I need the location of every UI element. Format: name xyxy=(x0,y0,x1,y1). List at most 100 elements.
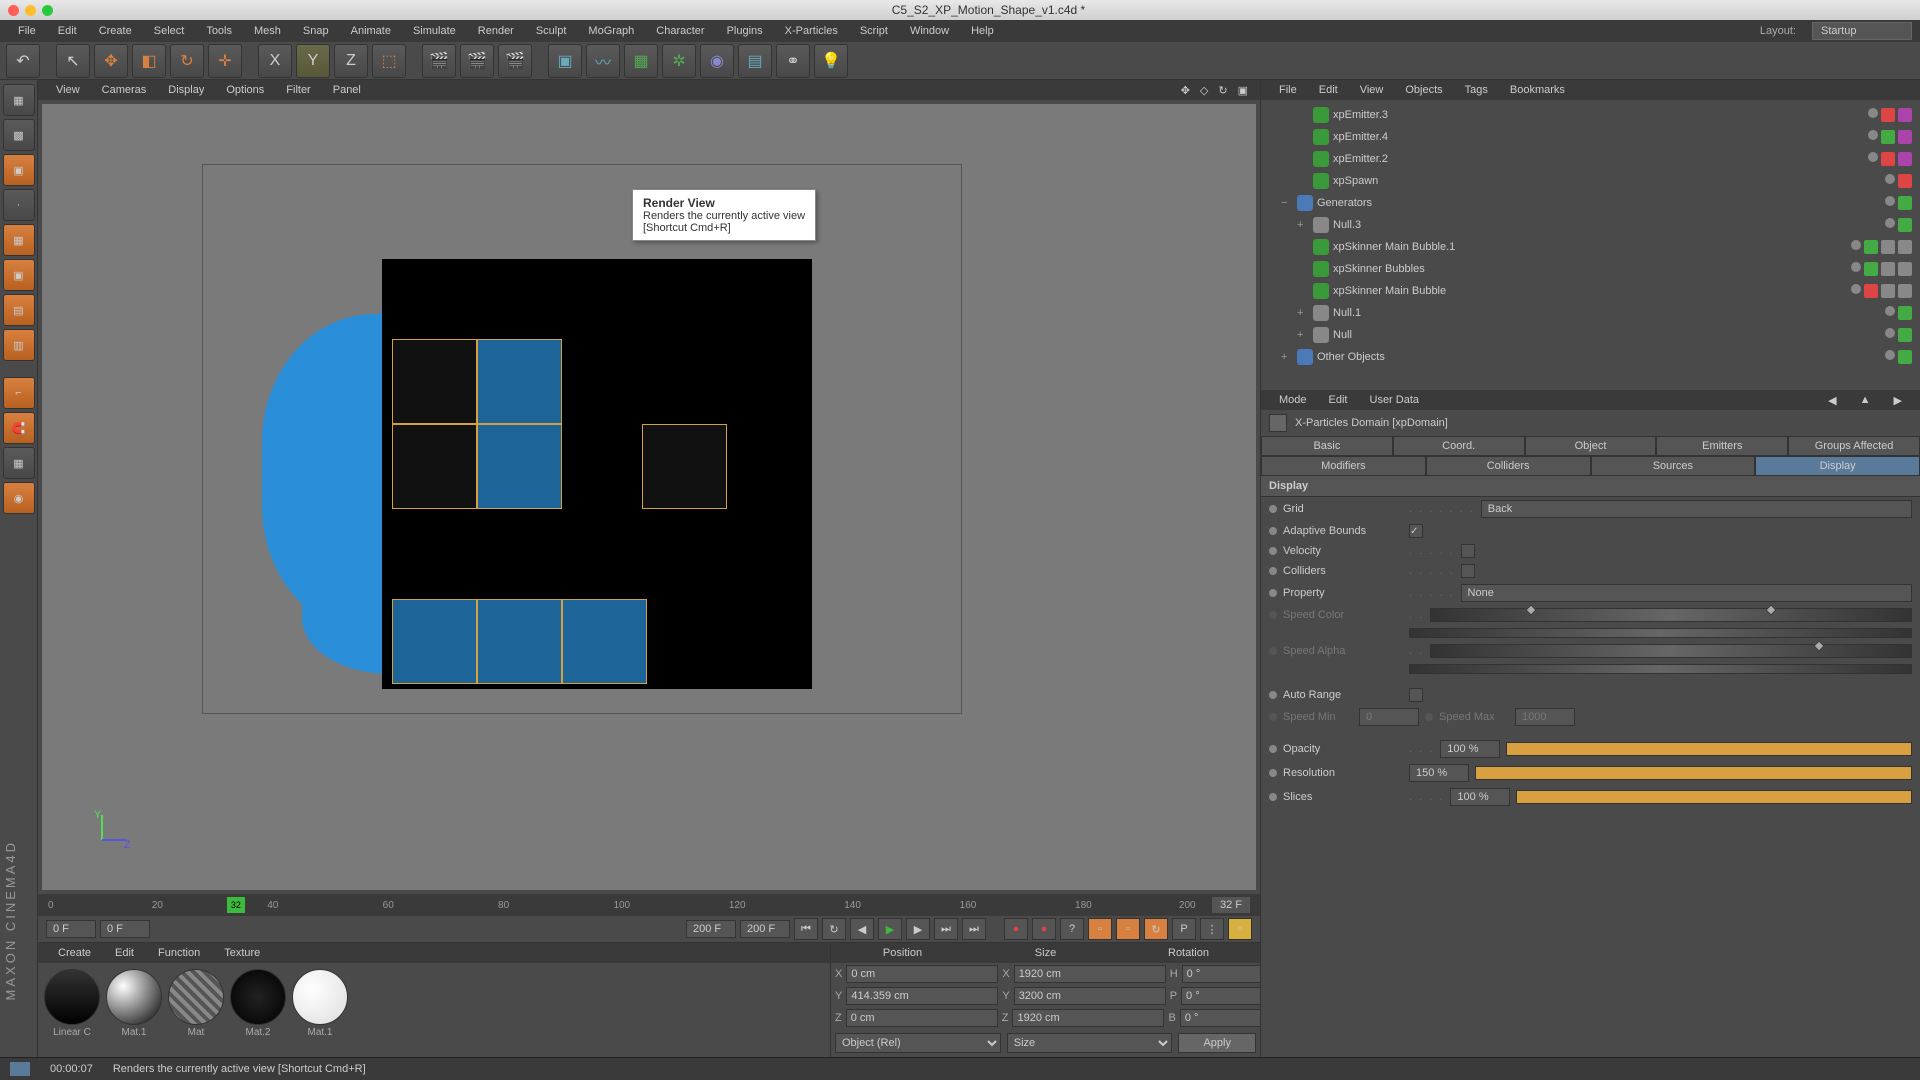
model-mode[interactable]: ▦ xyxy=(3,84,35,116)
timeline-marker[interactable]: 32 xyxy=(227,897,245,913)
soft-select[interactable]: ◉ xyxy=(3,482,35,514)
mat-texture[interactable]: Texture xyxy=(212,945,272,961)
edge-mode[interactable]: ▦ xyxy=(3,224,35,256)
menu-file[interactable]: File xyxy=(8,22,46,40)
light-tool[interactable]: ⚭ xyxy=(776,44,810,78)
material-swatch[interactable]: Mat.1 xyxy=(106,969,162,1038)
om-edit[interactable]: Edit xyxy=(1309,82,1348,98)
speedcolor-sub[interactable] xyxy=(1409,628,1912,638)
object-row[interactable]: xpSkinner Main Bubble.1 xyxy=(1265,236,1916,258)
uv-mode[interactable]: ▤ xyxy=(3,294,35,326)
om-tags[interactable]: Tags xyxy=(1455,82,1498,98)
tab-sources[interactable]: Sources xyxy=(1591,456,1756,476)
menu-help[interactable]: Help xyxy=(961,22,1004,40)
vp-display[interactable]: Display xyxy=(158,82,214,98)
next-frame-button[interactable]: ▶ xyxy=(906,918,930,940)
key-rot[interactable]: ↻ xyxy=(1144,918,1168,940)
x-axis-lock[interactable]: X xyxy=(258,44,292,78)
autokey-button[interactable]: ● xyxy=(1032,918,1056,940)
menu-edit[interactable]: Edit xyxy=(48,22,87,40)
tab-display[interactable]: Display xyxy=(1755,456,1920,476)
am-userdata[interactable]: User Data xyxy=(1360,392,1430,408)
pos-y[interactable] xyxy=(846,987,998,1005)
y-axis-lock[interactable]: Y xyxy=(296,44,330,78)
menu-render[interactable]: Render xyxy=(468,22,524,40)
spline-tool[interactable]: 〰 xyxy=(586,44,620,78)
object-row[interactable]: xpEmitter.4 xyxy=(1265,126,1916,148)
nav-up-icon[interactable]: ▲ xyxy=(1850,392,1881,409)
menu-window[interactable]: Window xyxy=(900,22,959,40)
polygon-mode[interactable]: ▣ xyxy=(3,259,35,291)
key-extra[interactable]: ▫ xyxy=(1228,918,1252,940)
maximize-icon[interactable] xyxy=(42,5,53,16)
skip-end-button[interactable]: ⏭ xyxy=(962,918,986,940)
vp-filter[interactable]: Filter xyxy=(276,82,320,98)
end-frame[interactable]: 200 F xyxy=(740,920,790,938)
slices-slider[interactable] xyxy=(1516,790,1912,804)
vp-panel[interactable]: Panel xyxy=(323,82,371,98)
vp-max-icon[interactable]: ▣ xyxy=(1234,82,1252,99)
object-row[interactable]: xpSpawn xyxy=(1265,170,1916,192)
z-axis-lock[interactable]: Z xyxy=(334,44,368,78)
resolution-field[interactable]: 150 % xyxy=(1409,764,1469,782)
object-row[interactable]: +Other Objects xyxy=(1265,346,1916,368)
menu-mesh[interactable]: Mesh xyxy=(244,22,291,40)
workplane-tool[interactable]: ▦ xyxy=(3,447,35,479)
om-bookmarks[interactable]: Bookmarks xyxy=(1500,82,1575,98)
light-button[interactable]: 💡 xyxy=(814,44,848,78)
tab-basic[interactable]: Basic xyxy=(1261,436,1393,456)
grid-dropdown[interactable]: Back xyxy=(1481,500,1912,518)
tab-modifiers[interactable]: Modifiers xyxy=(1261,456,1426,476)
snap-tool[interactable]: 🧲 xyxy=(3,412,35,444)
speedalpha-sub[interactable] xyxy=(1409,664,1912,674)
menu-mograph[interactable]: MoGraph xyxy=(578,22,644,40)
object-row[interactable]: xpSkinner Main Bubble xyxy=(1265,280,1916,302)
menu-tools[interactable]: Tools xyxy=(196,22,242,40)
cube-primitive[interactable]: ▣ xyxy=(548,44,582,78)
move-tool[interactable]: ✥ xyxy=(94,44,128,78)
timeline[interactable]: 0 20 40 60 80 100 120 140 160 180 200 32… xyxy=(38,894,1260,916)
om-objects[interactable]: Objects xyxy=(1395,82,1452,98)
menu-script[interactable]: Script xyxy=(850,22,898,40)
object-row[interactable]: +Null xyxy=(1265,324,1916,346)
material-swatch[interactable]: Mat.2 xyxy=(230,969,286,1038)
axis-tool[interactable]: ⌐ xyxy=(3,377,35,409)
close-icon[interactable] xyxy=(8,5,19,16)
menu-create[interactable]: Create xyxy=(89,22,142,40)
select-tool[interactable]: ↖ xyxy=(56,44,90,78)
axis-mode[interactable]: ▥ xyxy=(3,329,35,361)
goto-start-button[interactable]: ⏮ xyxy=(794,918,818,940)
pos-x[interactable] xyxy=(846,965,998,983)
menu-sculpt[interactable]: Sculpt xyxy=(526,22,577,40)
deformer-tool[interactable]: ✲ xyxy=(662,44,696,78)
generator-tool[interactable]: ▦ xyxy=(624,44,658,78)
object-row[interactable]: +Null.3 xyxy=(1265,214,1916,236)
prev-frame-button[interactable]: ◀ xyxy=(850,918,874,940)
point-mode[interactable]: · xyxy=(3,189,35,221)
menu-xparticles[interactable]: X-Particles xyxy=(775,22,848,40)
vp-view[interactable]: View xyxy=(46,82,90,98)
opacity-field[interactable]: 100 % xyxy=(1440,740,1500,758)
goto-end-button[interactable]: ⏭ xyxy=(934,918,958,940)
render-pv-button[interactable]: 🎬 xyxy=(460,44,494,78)
om-file[interactable]: File xyxy=(1269,82,1307,98)
menu-select[interactable]: Select xyxy=(144,22,195,40)
object-row[interactable]: xpEmitter.3 xyxy=(1265,104,1916,126)
vp-cameras[interactable]: Cameras xyxy=(92,82,157,98)
render-view-button[interactable]: 🎬 xyxy=(422,44,456,78)
menu-plugins[interactable]: Plugins xyxy=(717,22,773,40)
recent-tool[interactable]: ✛ xyxy=(208,44,242,78)
start-frame[interactable]: 0 F xyxy=(46,920,96,938)
vp-zoom-icon[interactable]: ◇ xyxy=(1196,82,1212,99)
object-row[interactable]: −Generators xyxy=(1265,192,1916,214)
coord-mode-dd[interactable]: Object (Rel) xyxy=(835,1033,1001,1053)
texture-mode[interactable]: ▩ xyxy=(3,119,35,151)
menu-animate[interactable]: Animate xyxy=(341,22,401,40)
size-x[interactable] xyxy=(1014,965,1166,983)
menu-snap[interactable]: Snap xyxy=(293,22,339,40)
render-settings-button[interactable]: 🎬 xyxy=(498,44,532,78)
pos-z[interactable] xyxy=(846,1009,998,1027)
undo-button[interactable]: ↶ xyxy=(6,44,40,78)
object-tree[interactable]: xpEmitter.3xpEmitter.4xpEmitter.2xpSpawn… xyxy=(1261,100,1920,390)
key-scale[interactable]: ▫ xyxy=(1116,918,1140,940)
